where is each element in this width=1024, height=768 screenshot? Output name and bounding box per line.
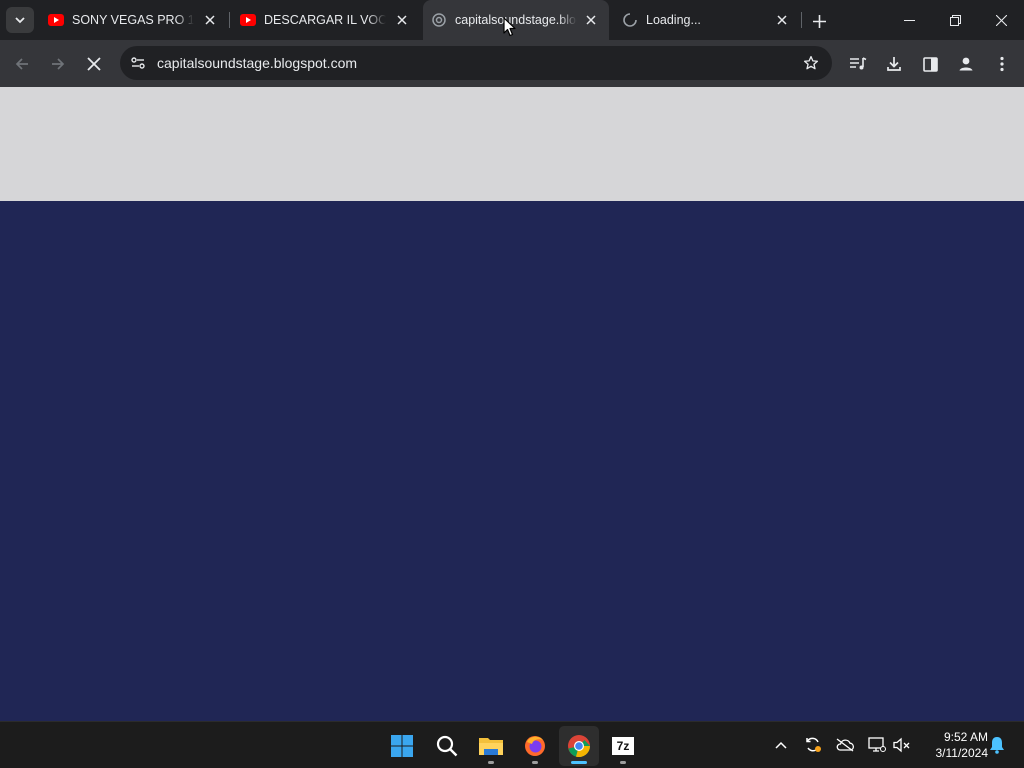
sync-icon — [806, 737, 821, 752]
chevron-up-icon — [775, 741, 787, 749]
downloads-button[interactable] — [880, 50, 908, 78]
running-indicator — [532, 761, 538, 764]
tab-title: SONY VEGAS PRO 14 FULL — [72, 13, 194, 27]
web-page-content — [0, 87, 1024, 721]
address-bar[interactable]: capitalsoundstage.blogspot.com — [120, 46, 832, 80]
close-tab-icon[interactable] — [394, 12, 410, 28]
back-button[interactable] — [8, 50, 36, 78]
tab-loading[interactable]: Loading... — [614, 0, 800, 40]
clock-date: 3/11/2024 — [935, 746, 989, 760]
tab-search-button[interactable] — [6, 7, 34, 33]
cloud-offline-icon — [836, 738, 854, 752]
close-icon — [995, 14, 1007, 26]
arrow-left-icon — [15, 58, 28, 70]
close-tab-icon[interactable] — [583, 12, 599, 28]
minimize-button[interactable] — [886, 0, 932, 40]
7zip-icon: 7z — [612, 737, 634, 755]
taskbar-file-explorer[interactable] — [471, 726, 511, 766]
page-body — [0, 201, 1024, 721]
taskbar-chrome[interactable] — [559, 726, 599, 766]
tab-separator — [229, 12, 230, 28]
blogger-loading-icon — [431, 12, 447, 28]
tab-descargar-vocoder[interactable]: DESCARGAR IL VOCODER — [232, 0, 420, 40]
side-panel-button[interactable] — [916, 50, 944, 78]
site-info-icon[interactable] — [126, 51, 150, 75]
show-hidden-icons-button[interactable] — [770, 734, 792, 756]
close-icon — [87, 57, 101, 71]
media-controls-button[interactable] — [844, 50, 872, 78]
clock[interactable]: 9:52 AM 3/11/2024 — [918, 729, 989, 761]
network-icon — [868, 737, 886, 752]
browser-toolbar: capitalsoundstage.blogspot.com — [0, 40, 1024, 87]
running-indicator — [488, 761, 494, 764]
folder-icon — [479, 738, 503, 755]
forward-button[interactable] — [44, 50, 72, 78]
restore-button[interactable] — [932, 0, 978, 40]
close-window-button[interactable] — [978, 0, 1024, 40]
start-button[interactable] — [382, 726, 422, 766]
more-vertical-icon — [1000, 56, 1004, 72]
minimize-icon — [903, 19, 915, 21]
tab-title: DESCARGAR IL VOCODER — [264, 13, 386, 27]
taskbar: 7z 9:52 AM 3/11/2024 — [0, 721, 1024, 768]
tab-title: Loading... — [646, 13, 701, 27]
chevron-down-icon — [15, 17, 25, 24]
stop-loading-button[interactable] — [80, 50, 108, 78]
running-indicator — [620, 761, 626, 764]
download-icon — [887, 57, 901, 71]
plus-icon — [812, 14, 826, 28]
onedrive-tray-icon[interactable] — [834, 734, 856, 756]
playlist-music-icon — [850, 57, 867, 70]
close-tab-icon[interactable] — [202, 12, 218, 28]
close-tab-icon[interactable] — [774, 12, 790, 28]
url-text[interactable]: capitalsoundstage.blogspot.com — [157, 55, 357, 71]
arrow-right-icon — [52, 58, 65, 70]
tab-separator — [801, 12, 802, 28]
volume-tray-icon[interactable] — [891, 734, 913, 756]
spinner-icon — [622, 12, 638, 28]
taskbar-7zip[interactable]: 7z — [603, 726, 643, 766]
page-header-banner — [0, 87, 1024, 201]
bookmark-star-icon[interactable] — [800, 52, 822, 74]
taskbar-firefox[interactable] — [515, 726, 555, 766]
bell-icon — [990, 737, 1004, 754]
clock-time: 9:52 AM — [943, 730, 988, 744]
notifications-button[interactable] — [986, 734, 1008, 756]
new-tab-button[interactable] — [808, 10, 830, 32]
active-indicator — [571, 761, 587, 764]
windows-logo-icon — [391, 735, 413, 757]
restore-icon — [949, 14, 961, 26]
7zip-label: 7z — [616, 739, 630, 753]
volume-muted-icon — [893, 737, 910, 753]
taskbar-search-button[interactable] — [427, 726, 467, 766]
chrome-icon — [568, 735, 590, 758]
tab-sony-vegas[interactable]: SONY VEGAS PRO 14 FULL — [40, 0, 228, 40]
sync-tray-icon[interactable] — [802, 734, 824, 756]
youtube-icon — [240, 12, 256, 28]
network-tray-icon[interactable] — [866, 734, 888, 756]
side-panel-icon — [922, 56, 938, 72]
profile-button[interactable] — [952, 50, 980, 78]
youtube-icon — [48, 12, 64, 28]
mouse-cursor-icon — [503, 17, 516, 37]
search-icon — [436, 735, 458, 757]
profile-avatar-icon — [959, 57, 973, 71]
firefox-icon — [525, 736, 545, 756]
chrome-menu-button[interactable] — [988, 50, 1016, 78]
